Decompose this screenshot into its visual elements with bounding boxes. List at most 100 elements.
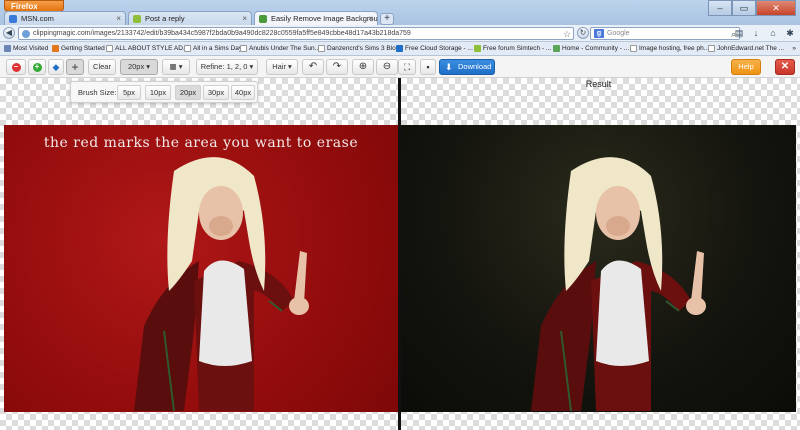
plus-circle-icon: +	[32, 62, 42, 72]
address-bar[interactable]: clippingmagic.com/images/2133742/edit/b3…	[18, 27, 574, 40]
bookmark-sims-day[interactable]: All in a Sims Day	[184, 42, 242, 55]
crosshair-icon: +	[71, 60, 79, 74]
redo-button[interactable]: ↷	[326, 59, 348, 75]
close-icon[interactable]: ×	[116, 12, 121, 26]
bookmarks-menu-icon[interactable]: ▤	[733, 27, 745, 39]
close-editor-button[interactable]: ✕	[775, 59, 795, 75]
clear-button[interactable]: Clear	[88, 59, 116, 75]
close-icon[interactable]: ×	[368, 12, 373, 26]
search-input[interactable]: g Google ⌕	[590, 27, 740, 40]
brush-size-value: 20px	[127, 62, 145, 71]
bookmarks-bar: Most Visited Getting Started ALL ABOUT S…	[0, 42, 800, 56]
pane-divider	[398, 78, 401, 430]
editor-canvas: the red marks the area you want to erase	[0, 78, 800, 430]
bookmark-johnedward[interactable]: JohnEdward.net The ...	[708, 42, 784, 55]
eraser-icon: ◆	[52, 62, 60, 72]
eraser-tool-button[interactable]: ◆	[48, 59, 64, 75]
bookmark-label: Danzencrd's Sims 3 Blo...	[327, 45, 402, 52]
back-icon[interactable]: ◀	[3, 27, 15, 39]
tab-post-reply[interactable]: Post a reply ×	[128, 11, 252, 26]
minus-icon: –	[11, 62, 21, 72]
original-image-pane[interactable]: the red marks the area you want to erase	[4, 125, 398, 412]
bookmark-most-visited[interactable]: Most Visited	[4, 42, 48, 55]
home-icon[interactable]: ⌂	[767, 27, 779, 39]
editor-toolbar: – + ◆ + Clear 20px ▾ ▦ ▾ Refine: 1, 2, 0…	[0, 56, 800, 78]
clippingmagic-favicon-icon	[259, 15, 267, 23]
browser-titlebar: Firefox MSN.com × Post a reply × Easily …	[0, 0, 800, 27]
brush-size-dropdown[interactable]: 20px ▾	[120, 59, 158, 75]
tab-label: Post a reply	[145, 14, 185, 23]
nav-tools: ▤ ↓ ⌂ ✱	[733, 27, 796, 39]
tab-label: Easily Remove Image Backgrounds O...	[271, 14, 378, 23]
addon-icon[interactable]: ✱	[784, 27, 796, 39]
site-identity-icon	[22, 30, 30, 38]
bookmark-icon	[630, 45, 637, 52]
bookmark-star-icon[interactable]: ☆	[563, 28, 571, 39]
help-button[interactable]: Help	[731, 59, 761, 75]
google-engine-icon[interactable]: g	[594, 29, 604, 38]
character-figure-result	[531, 157, 706, 412]
zoom-in-button[interactable]: ⊕	[352, 59, 374, 75]
caret-down-icon: ▾	[288, 62, 292, 71]
zoom-in-icon: ⊕	[358, 61, 368, 72]
scalpel-tool-button[interactable]: +	[66, 59, 84, 75]
download-arrow-icon: ⬇	[445, 62, 453, 72]
fullscreen-icon: ⛶	[403, 62, 411, 72]
bookmark-label: Most Visited	[13, 45, 49, 52]
brush-option-40px[interactable]: 40px	[231, 85, 255, 100]
bookmark-anubis[interactable]: Anubis Under The Sun...	[240, 42, 320, 55]
minimize-icon[interactable]: –	[708, 0, 732, 16]
refine-dropdown[interactable]: Refine: 1, 2, 0 ▾	[196, 59, 258, 75]
hair-dropdown[interactable]: Hair ▾	[266, 59, 298, 75]
window-controls: – ▭ ✕	[708, 0, 796, 16]
remove-marker-button[interactable]: –	[6, 59, 26, 75]
fit-screen-button[interactable]: ⛶	[398, 59, 416, 75]
downloads-icon[interactable]: ↓	[750, 27, 762, 39]
tab-msn[interactable]: MSN.com ×	[4, 11, 126, 26]
brush-size-popover: Brush Size: 5px 10px 20px 30px 40px	[70, 81, 258, 103]
bookmark-getting-started[interactable]: Getting Started	[52, 42, 105, 55]
close-icon[interactable]: ×	[242, 12, 247, 26]
bookmark-label: Free forum Simtech - ...	[483, 45, 552, 52]
bookmark-label: All in a Sims Day	[193, 45, 243, 52]
bookmark-icon	[553, 45, 560, 52]
undo-icon: ↶	[308, 61, 318, 72]
background-dropdown[interactable]: ▦ ▾	[162, 59, 190, 75]
save-button[interactable]: ▪	[420, 59, 436, 75]
bookmark-icon	[4, 45, 11, 52]
download-label: Download	[458, 62, 492, 71]
brush-option-30px[interactable]: 30px	[203, 85, 229, 100]
keep-marker-button[interactable]: +	[28, 59, 46, 75]
result-image-pane	[401, 125, 796, 412]
forum-favicon-icon	[133, 15, 141, 23]
brush-option-20px[interactable]: 20px	[175, 85, 201, 100]
checkerboard-icon: ▦	[169, 62, 177, 71]
navigation-bar: ◀ clippingmagic.com/images/2133742/edit/…	[0, 25, 800, 42]
window-close-icon[interactable]: ✕	[756, 0, 796, 16]
tab-label: MSN.com	[21, 14, 54, 23]
image-caption: the red marks the area you want to erase	[43, 135, 359, 151]
bookmark-simtech[interactable]: Free forum Simtech - ...	[474, 42, 551, 55]
bookmark-all-about-style[interactable]: ALL ABOUT STYLE AD...	[106, 42, 188, 55]
new-tab-button[interactable]: +	[380, 13, 394, 25]
brush-option-5px[interactable]: 5px	[117, 85, 141, 100]
character-figure	[134, 157, 309, 412]
undo-button[interactable]: ↶	[302, 59, 324, 75]
save-icon: ▪	[426, 62, 430, 72]
reload-icon[interactable]: ↻	[577, 27, 589, 39]
download-button[interactable]: ⬇ Download	[439, 59, 495, 75]
bookmarks-overflow-icon[interactable]: »	[792, 42, 796, 55]
bookmark-label: Home - Community - ...	[562, 45, 630, 52]
bookmark-label: ALL ABOUT STYLE AD...	[115, 45, 189, 52]
bookmark-label: Anubis Under The Sun...	[249, 45, 321, 52]
bookmark-home-community[interactable]: Home - Community - ...	[553, 42, 629, 55]
msn-favicon-icon	[9, 15, 17, 23]
bookmark-danzencrd[interactable]: Danzencrd's Sims 3 Blo...	[318, 42, 401, 55]
bookmark-free-cloud[interactable]: Free Cloud Storage - ...	[396, 42, 473, 55]
result-label: Result	[585, 79, 612, 89]
zoom-out-button[interactable]: ⊖	[376, 59, 398, 75]
bookmark-image-hosting[interactable]: Image hosting, free ph...	[630, 42, 709, 55]
maximize-icon[interactable]: ▭	[732, 0, 756, 16]
bookmark-icon	[240, 45, 247, 52]
brush-option-10px[interactable]: 10px	[145, 85, 171, 100]
